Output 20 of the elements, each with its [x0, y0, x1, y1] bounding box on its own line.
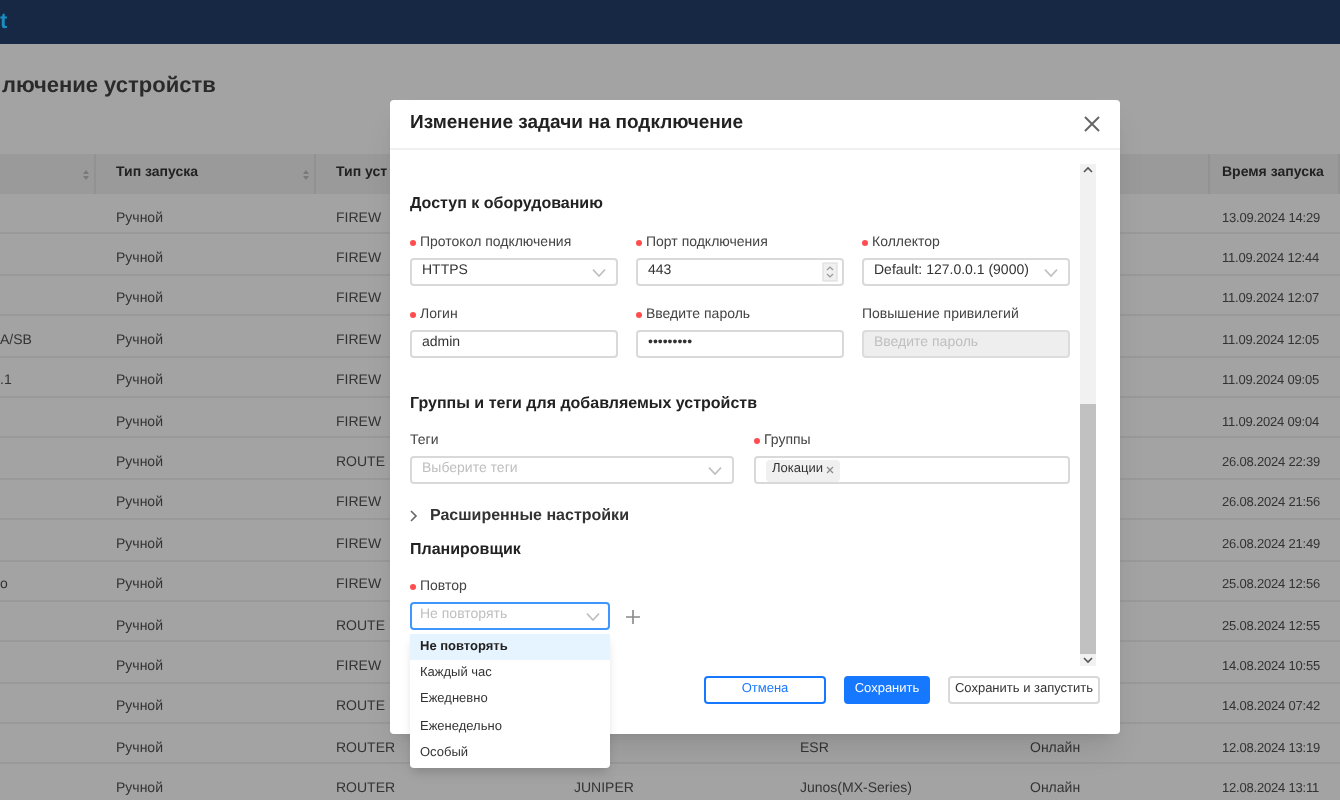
chevron-down-icon	[586, 611, 600, 621]
spinner-arrows-icon[interactable]	[822, 262, 838, 282]
scroll-down-icon[interactable]	[1082, 654, 1094, 666]
dialog-title: Изменение задачи на подключение	[410, 109, 744, 138]
scrollbar[interactable]	[1080, 164, 1096, 666]
close-icon[interactable]	[1084, 116, 1100, 132]
chevron-down-icon	[708, 465, 722, 475]
section-heading: Планировщик	[410, 540, 523, 560]
plus-icon[interactable]	[626, 609, 640, 623]
chevron-down-icon	[592, 267, 606, 277]
section-heading: Группы и теги для добавляемых устройств	[410, 394, 759, 414]
close-icon[interactable]	[826, 466, 835, 474]
app-logo-text: t	[0, 11, 8, 33]
page-title: лючение устройств	[2, 72, 216, 103]
chevron-right-icon	[410, 510, 418, 522]
section-heading: Доступ к оборудованию	[410, 194, 605, 214]
chevron-down-icon	[1044, 267, 1058, 277]
scroll-up-icon[interactable]	[1082, 164, 1094, 176]
advanced-settings-toggle[interactable]: Расширенные настройки	[410, 504, 1070, 528]
scrollbar-thumb[interactable]	[1080, 404, 1096, 654]
